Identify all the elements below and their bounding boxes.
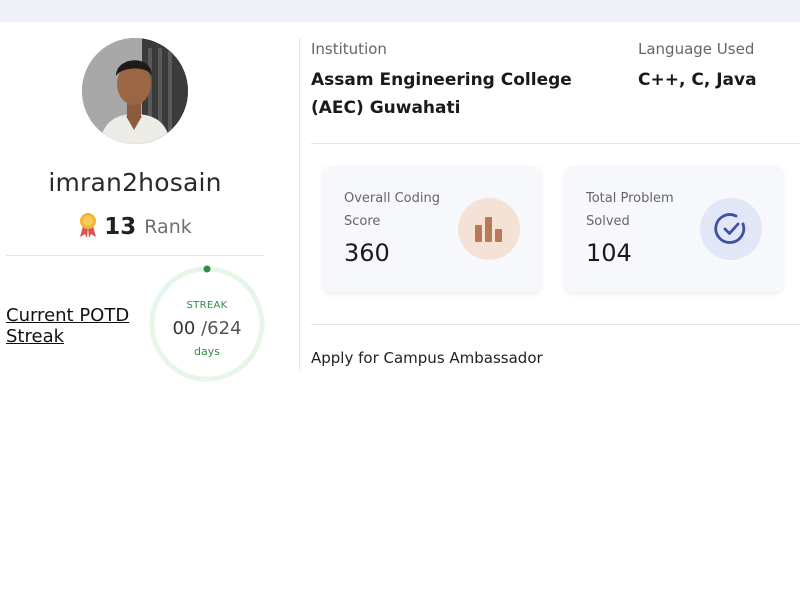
- problems-solved-value: 104: [586, 239, 632, 267]
- check-circle-icon: [700, 198, 762, 260]
- divider: [311, 143, 800, 144]
- rank-label: Rank: [144, 216, 192, 238]
- coding-score-value: 360: [344, 239, 390, 267]
- vertical-divider: [299, 38, 300, 371]
- streak-progress-dot: [203, 265, 211, 273]
- top-bar: [0, 0, 800, 22]
- divider: [6, 255, 264, 256]
- streak-current: 00: [172, 318, 196, 339]
- medal-icon: [78, 212, 98, 242]
- coding-score-card: Overall Coding Score 360: [323, 166, 541, 292]
- rank-value: 13: [104, 214, 137, 240]
- language-label: Language Used: [638, 40, 755, 58]
- problems-solved-label: Total Problem Solved: [586, 191, 674, 229]
- username: imran2hosain: [48, 168, 222, 197]
- avatar[interactable]: [82, 38, 188, 144]
- campus-ambassador-link[interactable]: Apply for Campus Ambassador: [311, 349, 543, 367]
- rank-row: 13 Rank: [0, 212, 270, 242]
- divider: [311, 324, 800, 325]
- streak-count: 00 /624: [146, 318, 268, 339]
- institution-value: Assam Engineering College (AEC) Guwahati: [311, 70, 572, 118]
- streak-unit: days: [194, 345, 220, 358]
- coding-score-label: Overall Coding Score: [344, 191, 440, 229]
- problems-solved-card: Total Problem Solved 104: [565, 166, 783, 292]
- potd-streak-link[interactable]: Current POTD Streak: [6, 305, 146, 347]
- bar-chart-icon: [458, 198, 520, 260]
- profile-photo: [82, 38, 188, 144]
- institution-label: Institution: [311, 40, 387, 58]
- language-value: C++, C, Java: [638, 70, 757, 90]
- streak-total: /624: [201, 318, 242, 339]
- streak-title: STREAK: [186, 300, 228, 311]
